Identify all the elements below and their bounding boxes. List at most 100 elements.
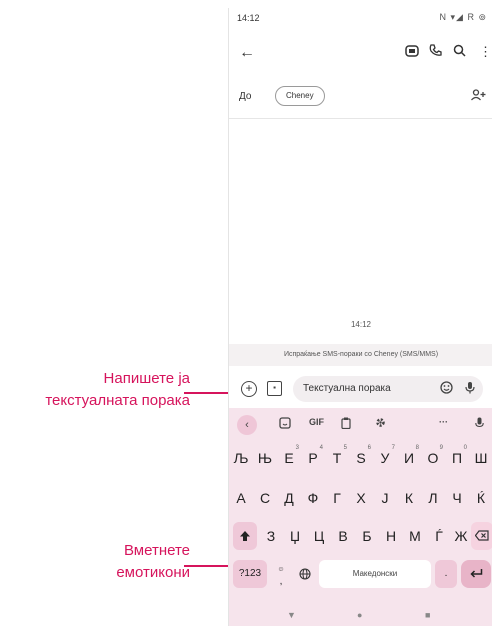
- voice-input-icon[interactable]: [475, 417, 484, 431]
- keyboard-row-2: А С Д Ф Г Х Ј К Л Ч Ќ: [229, 484, 492, 514]
- key[interactable]: Ж: [449, 522, 473, 550]
- key-label: О: [427, 450, 439, 466]
- key[interactable]: А: [229, 484, 253, 512]
- key-label: У: [380, 450, 390, 466]
- collapse-keyboard-icon[interactable]: ‹: [237, 415, 257, 435]
- keyboard-row-1: Љ Њ Е3 Р4 Т5 Ѕ6 У7 И8 О9 П0 Ш: [229, 444, 492, 474]
- nav-recents-icon[interactable]: ■: [425, 610, 430, 620]
- key-number-hint: 8: [415, 445, 419, 451]
- status-bar: 14:12 N ▾◢ R ⊚: [229, 8, 492, 30]
- message-input[interactable]: Текстуална порака: [293, 376, 483, 402]
- key[interactable]: Ш: [469, 444, 492, 472]
- key[interactable]: Л: [421, 484, 445, 512]
- key[interactable]: О9: [421, 444, 445, 472]
- key-number-hint: 6: [367, 445, 371, 451]
- microphone-icon[interactable]: [465, 381, 475, 397]
- key-label: Ш: [474, 450, 488, 466]
- key[interactable]: У7: [373, 444, 397, 472]
- key[interactable]: К: [397, 484, 421, 512]
- period-key[interactable]: .: [435, 560, 457, 588]
- key[interactable]: Ѕ6: [349, 444, 373, 472]
- callout-write-message-line2: текстуалната порака: [45, 392, 190, 409]
- key[interactable]: Ќ: [469, 484, 492, 512]
- key[interactable]: М: [403, 522, 427, 550]
- app-bar: ← ⋮: [229, 38, 492, 70]
- callout-insert-emoji-line1: Вметнете: [123, 542, 190, 559]
- compose-bar: + ▪ Текстуална порака: [229, 372, 492, 406]
- key[interactable]: П0: [445, 444, 469, 472]
- key[interactable]: Ч: [445, 484, 469, 512]
- key[interactable]: Х: [349, 484, 373, 512]
- gallery-icon[interactable]: ▪: [267, 381, 282, 396]
- conversation-timestamp: 14:12: [350, 320, 372, 329]
- key[interactable]: Ѓ: [427, 522, 451, 550]
- recipient-row: До Cheney: [229, 84, 492, 110]
- callout-insert-emoji-line2: емотикони: [116, 564, 190, 581]
- key-label: И: [403, 450, 415, 466]
- settings-gear-icon[interactable]: [375, 417, 386, 430]
- keyboard-row-4: ?123 ☺ , Македонски .: [229, 560, 492, 590]
- key-number-hint: 7: [391, 445, 395, 451]
- comma-emoji-key[interactable]: ☺ ,: [271, 560, 291, 588]
- key[interactable]: Љ: [229, 444, 253, 472]
- key-label: Љ: [233, 450, 249, 466]
- clipboard-icon[interactable]: [341, 417, 351, 431]
- key[interactable]: Т5: [325, 444, 349, 472]
- to-label: До: [239, 91, 252, 102]
- key-label: Р: [308, 450, 318, 466]
- key-number-hint: 4: [319, 445, 323, 451]
- message-placeholder: Текстуална порака: [303, 383, 391, 394]
- phone-screen: 14:12 N ▾◢ R ⊚ ← ⋮ До Cheney 14:12 Испра…: [228, 8, 492, 626]
- nav-home-icon[interactable]: ●: [357, 610, 362, 620]
- emoji-icon[interactable]: [440, 381, 453, 397]
- key[interactable]: Р4: [301, 444, 325, 472]
- status-icons: N ▾◢ R ⊚: [439, 12, 487, 22]
- search-icon[interactable]: [453, 44, 466, 60]
- key[interactable]: В: [331, 522, 355, 550]
- back-arrow-icon[interactable]: ←: [239, 44, 255, 62]
- add-person-icon[interactable]: [471, 89, 487, 104]
- globe-icon[interactable]: [295, 560, 315, 588]
- key[interactable]: Ј: [373, 484, 397, 512]
- status-time: 14:12: [237, 13, 260, 23]
- callout-write-message-line1: Напишете ја: [103, 370, 190, 387]
- phone-call-icon[interactable]: [429, 44, 442, 60]
- nav-back-icon[interactable]: ▼: [287, 610, 296, 620]
- key[interactable]: Џ: [283, 522, 307, 550]
- key[interactable]: Ц: [307, 522, 331, 550]
- more-options-icon[interactable]: ⋮: [479, 44, 492, 60]
- key[interactable]: Н: [379, 522, 403, 550]
- more-tools-icon[interactable]: ···: [439, 417, 448, 427]
- gif-button[interactable]: GIF: [309, 417, 324, 427]
- keyboard: ‹ GIF ··· Љ Њ Е3 Р4 Т5 Ѕ6 У7 И8 О 9 П 0 …: [229, 408, 492, 626]
- key-number-hint: 3: [295, 445, 299, 451]
- shift-key[interactable]: [233, 522, 257, 550]
- key[interactable]: С: [253, 484, 277, 512]
- key-label: Е: [284, 450, 294, 466]
- comma-label: ,: [279, 576, 283, 587]
- attach-plus-icon[interactable]: +: [241, 381, 257, 397]
- key[interactable]: Б: [355, 522, 379, 550]
- space-bar[interactable]: Македонски: [319, 560, 431, 588]
- key[interactable]: З: [259, 522, 283, 550]
- keyboard-toolbar: ‹ GIF ···: [229, 412, 492, 438]
- key-label: Т: [332, 450, 342, 466]
- key[interactable]: Њ: [253, 444, 277, 472]
- key[interactable]: Д: [277, 484, 301, 512]
- recipient-chip[interactable]: Cheney: [275, 86, 325, 106]
- video-call-icon[interactable]: [405, 44, 419, 61]
- callout-write-message: Напишете ја текстуалната порака: [4, 368, 190, 412]
- key[interactable]: Г: [325, 484, 349, 512]
- key-label: Ѕ: [356, 450, 366, 466]
- navigation-bar: ▼ ● ■: [229, 608, 492, 626]
- key[interactable]: И8: [397, 444, 421, 472]
- sticker-icon[interactable]: [279, 417, 291, 431]
- enter-key[interactable]: [461, 560, 491, 588]
- key-label: П: [451, 450, 463, 466]
- key-number-hint: 9: [439, 445, 443, 451]
- key-label: Њ: [257, 450, 273, 466]
- key[interactable]: Е3: [277, 444, 301, 472]
- symbols-key[interactable]: ?123: [233, 560, 267, 588]
- key[interactable]: Ф: [301, 484, 325, 512]
- backspace-key[interactable]: [471, 522, 492, 550]
